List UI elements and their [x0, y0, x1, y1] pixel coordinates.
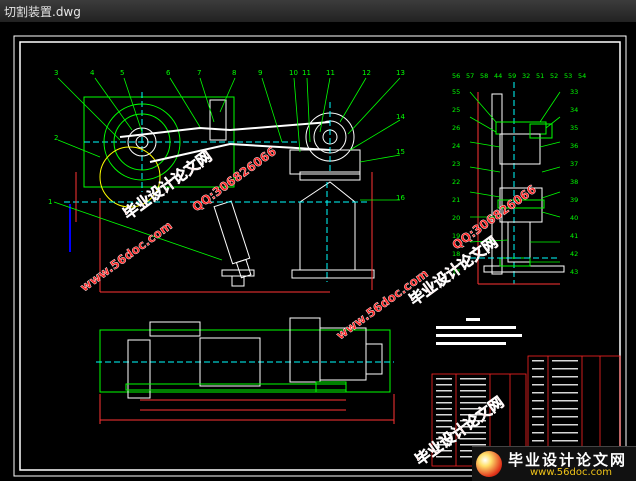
svg-text:43: 43 [570, 268, 578, 276]
svg-text:56: 56 [452, 72, 460, 80]
svg-text:57: 57 [466, 72, 474, 80]
svg-text:59: 59 [508, 72, 516, 80]
svg-text:20: 20 [452, 214, 460, 222]
watermark-url-text-1: www.56doc.com [78, 218, 175, 294]
svg-text:6: 6 [166, 69, 171, 77]
svg-text:58: 58 [480, 72, 488, 80]
svg-text:22: 22 [452, 178, 460, 186]
globe-logo-icon [476, 451, 502, 477]
svg-text:55: 55 [452, 88, 460, 96]
svg-text:15: 15 [396, 148, 405, 156]
svg-text:26: 26 [452, 124, 460, 132]
svg-text:4: 4 [90, 69, 95, 77]
svg-text:44: 44 [494, 72, 502, 80]
svg-text:16: 16 [396, 194, 405, 202]
leaders-right [469, 91, 561, 263]
svg-text:38: 38 [570, 178, 578, 186]
svg-text:35: 35 [570, 124, 578, 132]
window-title: 切割装置.dwg [4, 5, 81, 19]
svg-text:21: 21 [452, 196, 460, 204]
svg-text:23: 23 [452, 160, 460, 168]
site-logo: 毕业设计论文网 www.56doc.com [472, 446, 636, 481]
svg-text:12: 12 [362, 69, 371, 77]
watermark-url-1: www.56doc.com [77, 218, 175, 294]
svg-text:32: 32 [522, 72, 530, 80]
leaders-left [53, 77, 401, 261]
svg-text:5: 5 [120, 69, 124, 77]
svg-text:14: 14 [396, 113, 405, 121]
svg-text:11: 11 [302, 69, 311, 77]
svg-text:8: 8 [232, 69, 236, 77]
svg-text:51: 51 [536, 72, 544, 80]
svg-text:40: 40 [570, 214, 578, 222]
technical-notes [436, 318, 522, 345]
svg-text:36: 36 [570, 142, 578, 150]
cad-drawing: 3 4 5 6 7 8 9 10 11 11 12 13 14 15 16 1 … [13, 35, 627, 477]
svg-text:52: 52 [550, 72, 558, 80]
svg-text:7: 7 [197, 69, 201, 77]
svg-text:53: 53 [564, 72, 572, 80]
svg-text:1: 1 [48, 198, 52, 206]
svg-text:42: 42 [570, 250, 578, 258]
svg-text:39: 39 [570, 196, 578, 204]
window-titlebar: 切割装置.dwg [0, 0, 636, 23]
svg-text:13: 13 [396, 69, 405, 77]
drawing-canvas[interactable]: 3 4 5 6 7 8 9 10 11 11 12 13 14 15 16 1 … [0, 22, 636, 480]
svg-text:2: 2 [54, 134, 58, 142]
svg-text:25: 25 [452, 106, 460, 114]
svg-text:9: 9 [258, 69, 262, 77]
logo-url: www.56doc.com [530, 467, 613, 478]
svg-text:24: 24 [452, 142, 460, 150]
svg-text:37: 37 [570, 160, 578, 168]
svg-text:34: 34 [570, 106, 578, 114]
svg-text:11: 11 [326, 69, 335, 77]
svg-text:3: 3 [54, 69, 58, 77]
svg-text:41: 41 [570, 232, 578, 240]
svg-text:54: 54 [578, 72, 586, 80]
svg-text:33: 33 [570, 88, 578, 96]
svg-text:10: 10 [289, 69, 298, 77]
